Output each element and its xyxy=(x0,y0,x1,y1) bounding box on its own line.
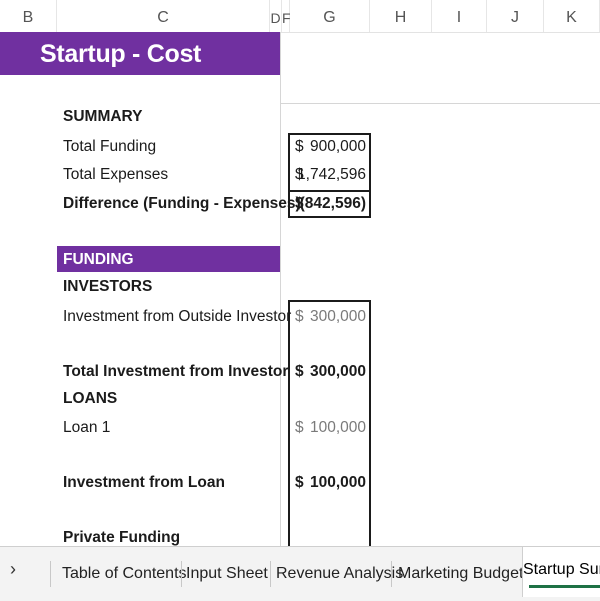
private-funding-heading: Private Funding xyxy=(63,529,181,546)
total-expenses-value[interactable]: 1,742,596 xyxy=(297,166,366,184)
grid-line xyxy=(280,103,600,104)
summary-heading: SUMMARY xyxy=(63,108,143,125)
total-funding-currency: $ xyxy=(295,138,304,155)
column-header-i[interactable]: I xyxy=(432,0,487,32)
column-header-j[interactable]: J xyxy=(487,0,544,32)
column-header-h[interactable]: H xyxy=(370,0,432,32)
chevron-right-icon[interactable]: › xyxy=(10,559,16,580)
tab-startup-summary[interactable]: Startup Sum xyxy=(522,547,600,597)
outside-investor-currency: $ xyxy=(295,308,304,325)
tab-divider xyxy=(391,561,392,587)
loan1-value[interactable]: 100,000 xyxy=(310,419,366,437)
column-header-c[interactable]: C xyxy=(57,0,270,32)
column-header-f[interactable]: F xyxy=(282,0,291,32)
tab-divider xyxy=(181,561,182,587)
tab-table-of-contents[interactable]: Table of Contents xyxy=(62,557,187,591)
column-header-k[interactable]: K xyxy=(544,0,600,32)
loan-total-label: Investment from Loan xyxy=(63,474,225,491)
loan1-label: Loan 1 xyxy=(63,419,111,436)
column-header-bar: B C D F G H I J K xyxy=(0,0,600,33)
column-header-d[interactable]: D xyxy=(270,0,282,32)
column-header-b[interactable]: B xyxy=(0,0,57,32)
investors-heading: INVESTORS xyxy=(63,278,153,295)
funding-section-band: FUNDING xyxy=(57,246,280,272)
sheet-tab-bar: › Table of Contents Input Sheet Revenue … xyxy=(0,546,600,601)
worksheet-grid[interactable]: Startup - Cost Analysis SUMMARY Total Fu… xyxy=(0,32,600,546)
outside-investor-label: Investment from Outside Investor xyxy=(63,308,292,325)
difference-label: Difference (Funding - Expenses) xyxy=(63,195,301,212)
loan-total-value[interactable]: 100,000 xyxy=(310,474,366,492)
total-funding-label: Total Funding xyxy=(63,138,157,155)
tab-marketing-budget[interactable]: Marketing Budget xyxy=(398,557,523,591)
total-investor-currency: $ xyxy=(295,363,304,380)
tab-input-sheet[interactable]: Input Sheet xyxy=(186,557,268,591)
page-title: Startup - Cost Analysis xyxy=(0,32,280,113)
loans-heading: LOANS xyxy=(63,390,118,407)
active-tab-underline xyxy=(529,585,600,588)
summary-divider xyxy=(288,190,370,192)
difference-value[interactable]: (842,596) xyxy=(300,195,366,213)
total-expenses-label: Total Expenses xyxy=(63,166,169,183)
total-funding-value[interactable]: 900,000 xyxy=(310,138,366,156)
column-header-g[interactable]: G xyxy=(290,0,370,32)
total-investor-value[interactable]: 300,000 xyxy=(310,363,366,381)
tab-revenue-analysis[interactable]: Revenue Analysis xyxy=(276,557,403,591)
loan1-currency: $ xyxy=(295,419,304,436)
outside-investor-value[interactable]: 300,000 xyxy=(310,308,366,326)
grid-line xyxy=(280,32,281,546)
loan-total-currency: $ xyxy=(295,474,304,491)
tab-divider xyxy=(50,561,51,587)
tab-divider xyxy=(270,561,271,587)
tab-startup-summary-label: Startup Sum xyxy=(523,561,600,578)
total-investor-label: Total Investment from Investor xyxy=(63,363,289,380)
